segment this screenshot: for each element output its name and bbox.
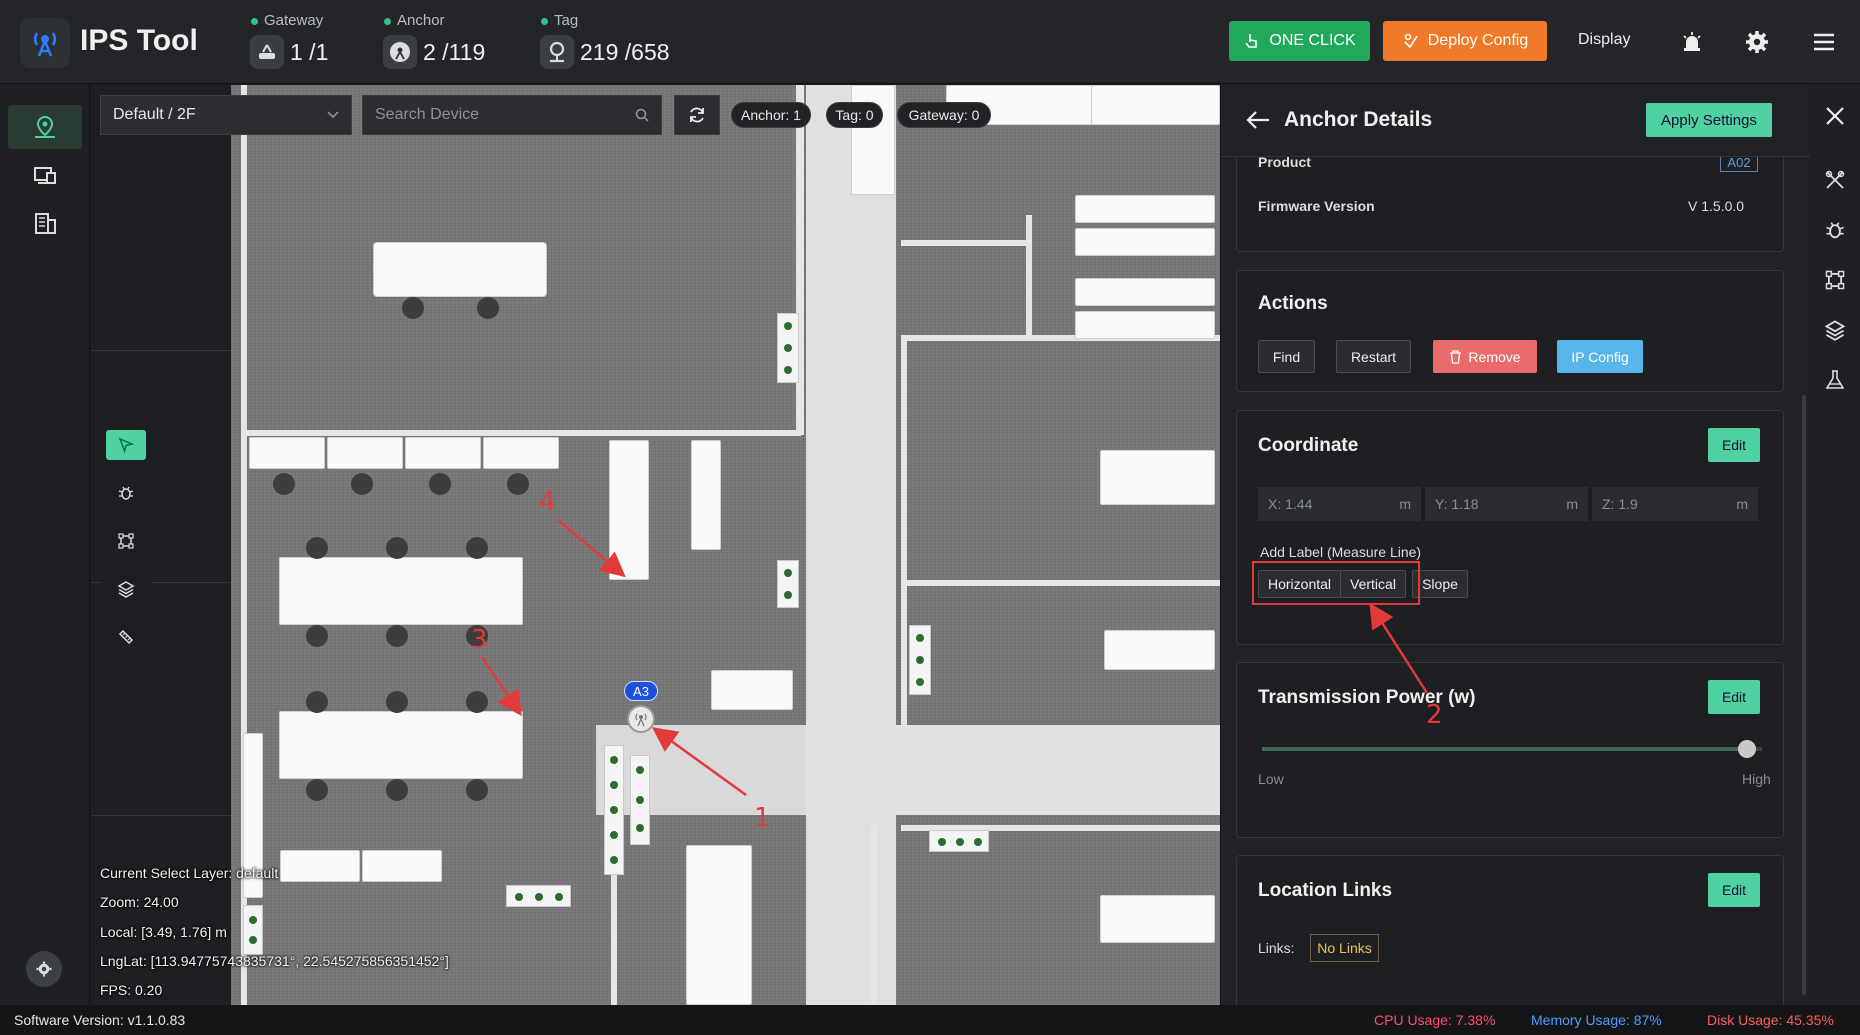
lnglat-info: LngLat: [113.94775743835731°, 22.5452758… (100, 953, 449, 969)
tag-stat-label: Tag (540, 12, 670, 29)
nav-building[interactable] (8, 201, 82, 245)
local-coordinate-info: Local: [3.49, 1.76] m (100, 924, 227, 940)
disk-usage: Disk Usage: 45.35% (1707, 1012, 1834, 1028)
fps-info: FPS: 0.20 (100, 982, 163, 998)
annotation-number-1: 1 (754, 803, 771, 833)
map-pin-icon (35, 115, 55, 138)
flask-icon (1825, 370, 1845, 389)
nav-map[interactable] (8, 105, 82, 149)
alarm-icon[interactable] (1676, 26, 1708, 58)
status-bar: Software Version: v1.1.0.83 CPU Usage: 7… (0, 1005, 1860, 1035)
app-logo-icon (20, 18, 70, 68)
deploy-config-button[interactable]: Deploy Config (1383, 21, 1547, 61)
floor-map[interactable]: Default / 2F Search Device Anchor: 1 Tag… (91, 85, 1220, 1005)
annotation-number-4: 4 (539, 487, 556, 517)
cpu-usage: CPU Usage: 7.38% (1374, 1012, 1496, 1028)
app-title: IPS Tool (80, 24, 198, 57)
gear-icon (36, 961, 52, 977)
annotation-arrow-3 (480, 656, 522, 717)
gear-icon[interactable] (1741, 26, 1773, 58)
one-click-button[interactable]: ONE CLICK (1229, 21, 1370, 61)
rail-debug-button[interactable] (1820, 215, 1850, 245)
zoom-info: Zoom: 24.00 (100, 894, 179, 910)
anchor-icon (383, 35, 417, 69)
display-menu[interactable]: Display (1578, 31, 1630, 49)
anchor-stat: Anchor 2 /119 (383, 12, 485, 69)
tools-icon (1825, 170, 1845, 189)
close-panel-button[interactable] (1820, 101, 1850, 131)
rail-select-area-button[interactable] (1820, 265, 1850, 295)
annotation-arrow-2 (1369, 602, 1429, 694)
annotation-number-2: 2 (1426, 700, 1443, 730)
menu-icon[interactable] (1808, 26, 1840, 58)
tag-stat: Tag 219 /658 (540, 12, 670, 69)
annotation-arrow-1 (651, 727, 747, 797)
left-nav (0, 85, 90, 1005)
devices-icon (34, 167, 56, 184)
hand-pointer-icon (1245, 34, 1258, 48)
memory-usage: Memory Usage: 87% (1531, 1012, 1662, 1028)
nav-devices[interactable] (8, 153, 82, 197)
rail-flask-button[interactable] (1820, 365, 1850, 395)
anchor-stat-label: Anchor (383, 12, 485, 29)
current-layer-info: Current Select Layer: default (100, 865, 279, 881)
annotation-arrow-4 (557, 519, 626, 578)
select-area-icon (1825, 270, 1845, 290)
rail-layers-button[interactable] (1820, 315, 1850, 345)
gateway-stat: Gateway 1 /1 (250, 12, 328, 69)
tag-icon (540, 35, 574, 69)
right-icon-rail (1810, 85, 1860, 1005)
layers-icon (1824, 320, 1846, 341)
router-icon (250, 35, 284, 69)
gateway-stat-label: Gateway (250, 12, 328, 29)
tag-count: 219 /658 (580, 38, 670, 65)
top-bar: IPS Tool Gateway 1 /1 Anchor 2 /119 Tag … (0, 0, 1860, 84)
close-icon (1826, 107, 1844, 125)
software-version: Software Version: v1.1.0.83 (14, 1012, 186, 1028)
rail-tools-button[interactable] (1820, 165, 1850, 195)
bug-icon (1826, 222, 1844, 239)
deploy-icon (1404, 33, 1418, 49)
annotation-number-3: 3 (471, 625, 488, 655)
settings-round-button[interactable] (26, 951, 62, 987)
one-click-label: ONE CLICK (1269, 32, 1356, 49)
anchor-count: 2 /119 (423, 38, 486, 65)
panel-annotation-arrow (1369, 602, 1429, 694)
deploy-config-label: Deploy Config (1427, 32, 1529, 49)
building-icon (35, 213, 56, 234)
gateway-count: 1 /1 (290, 38, 329, 65)
